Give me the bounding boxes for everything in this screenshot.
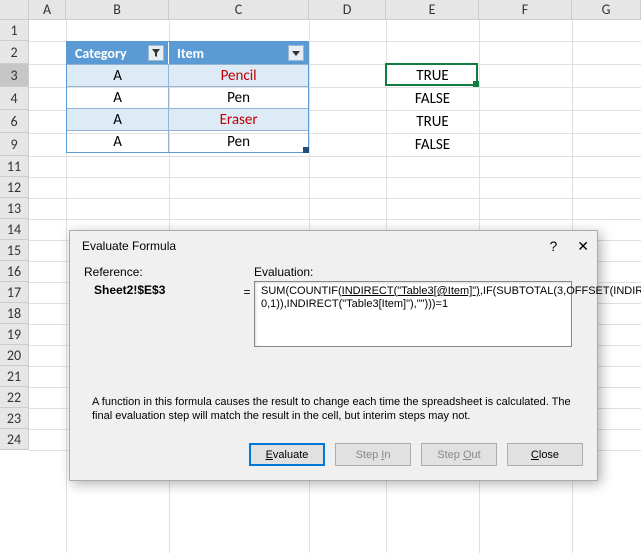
- reference-label: Reference:: [84, 265, 143, 279]
- cell-E3[interactable]: TRUE: [386, 64, 479, 87]
- row-header-4[interactable]: 4: [0, 87, 29, 110]
- evaluation-box[interactable]: SUM(COUNTIF(INDIRECT("Table3[@Item]"),IF…: [254, 281, 572, 347]
- cell-E4[interactable]: FALSE: [386, 87, 479, 110]
- row-header-6[interactable]: 6: [0, 110, 29, 133]
- row-header-3[interactable]: 3: [0, 64, 29, 87]
- dialog-note: A function in this formula causes the re…: [84, 395, 583, 423]
- table-row[interactable]: APen: [67, 130, 308, 152]
- row-header-11[interactable]: 11: [0, 156, 29, 177]
- table-cell[interactable]: Pen: [169, 86, 308, 108]
- table-cell[interactable]: Eraser: [169, 108, 308, 130]
- table-resize-handle[interactable]: [303, 147, 309, 153]
- formula-part-pre: SUM(COUNTIF(: [261, 285, 342, 297]
- close-icon[interactable]: ✕: [577, 238, 589, 255]
- table-cell[interactable]: A: [67, 86, 169, 108]
- table-cell[interactable]: A: [67, 64, 169, 86]
- row-header-16[interactable]: 16: [0, 261, 29, 282]
- step-in-button: Step In: [335, 443, 411, 466]
- row-header-23[interactable]: 23: [0, 408, 29, 429]
- row-header-20[interactable]: 20: [0, 345, 29, 366]
- equals-sign: =: [240, 281, 254, 347]
- table-cell[interactable]: Pen: [169, 130, 308, 152]
- step-out-button: Step Out: [421, 443, 497, 466]
- row-header-9[interactable]: 9: [0, 133, 29, 156]
- cell-E6[interactable]: TRUE: [386, 110, 479, 133]
- row-header-15[interactable]: 15: [0, 240, 29, 261]
- evaluate-formula-dialog: Evaluate Formula ? ✕ Reference: Evaluati…: [69, 230, 598, 481]
- close-button[interactable]: Close: [507, 443, 583, 466]
- col-header-A[interactable]: A: [29, 0, 66, 20]
- cell-E9[interactable]: FALSE: [386, 133, 479, 156]
- table-header-category: Category: [75, 45, 127, 62]
- row-header-2[interactable]: 2: [0, 41, 29, 64]
- formula-part-underlined: INDIRECT("Table3[@Item]"): [342, 285, 480, 297]
- col-header-G[interactable]: G: [572, 0, 641, 20]
- table-cell[interactable]: A: [67, 108, 169, 130]
- row-header-18[interactable]: 18: [0, 303, 29, 324]
- table-cell[interactable]: Pencil: [169, 64, 308, 86]
- dialog-title: Evaluate Formula: [82, 239, 176, 253]
- row-header-21[interactable]: 21: [0, 366, 29, 387]
- row-header-12[interactable]: 12: [0, 177, 29, 198]
- data-table: CategoryItemAPencilAPenAEraserAPen: [66, 41, 309, 153]
- table-row[interactable]: APencil: [67, 64, 308, 86]
- col-header-C[interactable]: C: [169, 0, 309, 20]
- col-header-E[interactable]: E: [386, 0, 479, 20]
- row-header-24[interactable]: 24: [0, 429, 29, 450]
- dialog-titlebar[interactable]: Evaluate Formula ? ✕: [70, 231, 597, 261]
- table-row[interactable]: APen: [67, 86, 308, 108]
- col-header-D[interactable]: D: [309, 0, 386, 20]
- filter-funnel-icon[interactable]: [148, 45, 164, 61]
- row-header-19[interactable]: 19: [0, 324, 29, 345]
- table-row[interactable]: AEraser: [67, 108, 308, 130]
- col-header-F[interactable]: F: [479, 0, 572, 20]
- row-header-13[interactable]: 13: [0, 198, 29, 219]
- evaluate-button[interactable]: Evaluate: [249, 443, 325, 466]
- row-header-14[interactable]: 14: [0, 219, 29, 240]
- filter-dropdown-icon[interactable]: [288, 45, 304, 61]
- row-header-1[interactable]: 1: [0, 20, 29, 41]
- row-header-22[interactable]: 22: [0, 387, 29, 408]
- table-cell[interactable]: A: [67, 130, 169, 152]
- help-icon[interactable]: ?: [549, 238, 557, 254]
- row-header-17[interactable]: 17: [0, 282, 29, 303]
- reference-value: Sheet2!$E$3: [84, 281, 240, 297]
- table-header-item: Item: [177, 45, 204, 62]
- evaluation-label: Evaluation:: [254, 265, 313, 279]
- col-header-B[interactable]: B: [66, 0, 169, 20]
- select-all-corner[interactable]: [0, 0, 29, 20]
